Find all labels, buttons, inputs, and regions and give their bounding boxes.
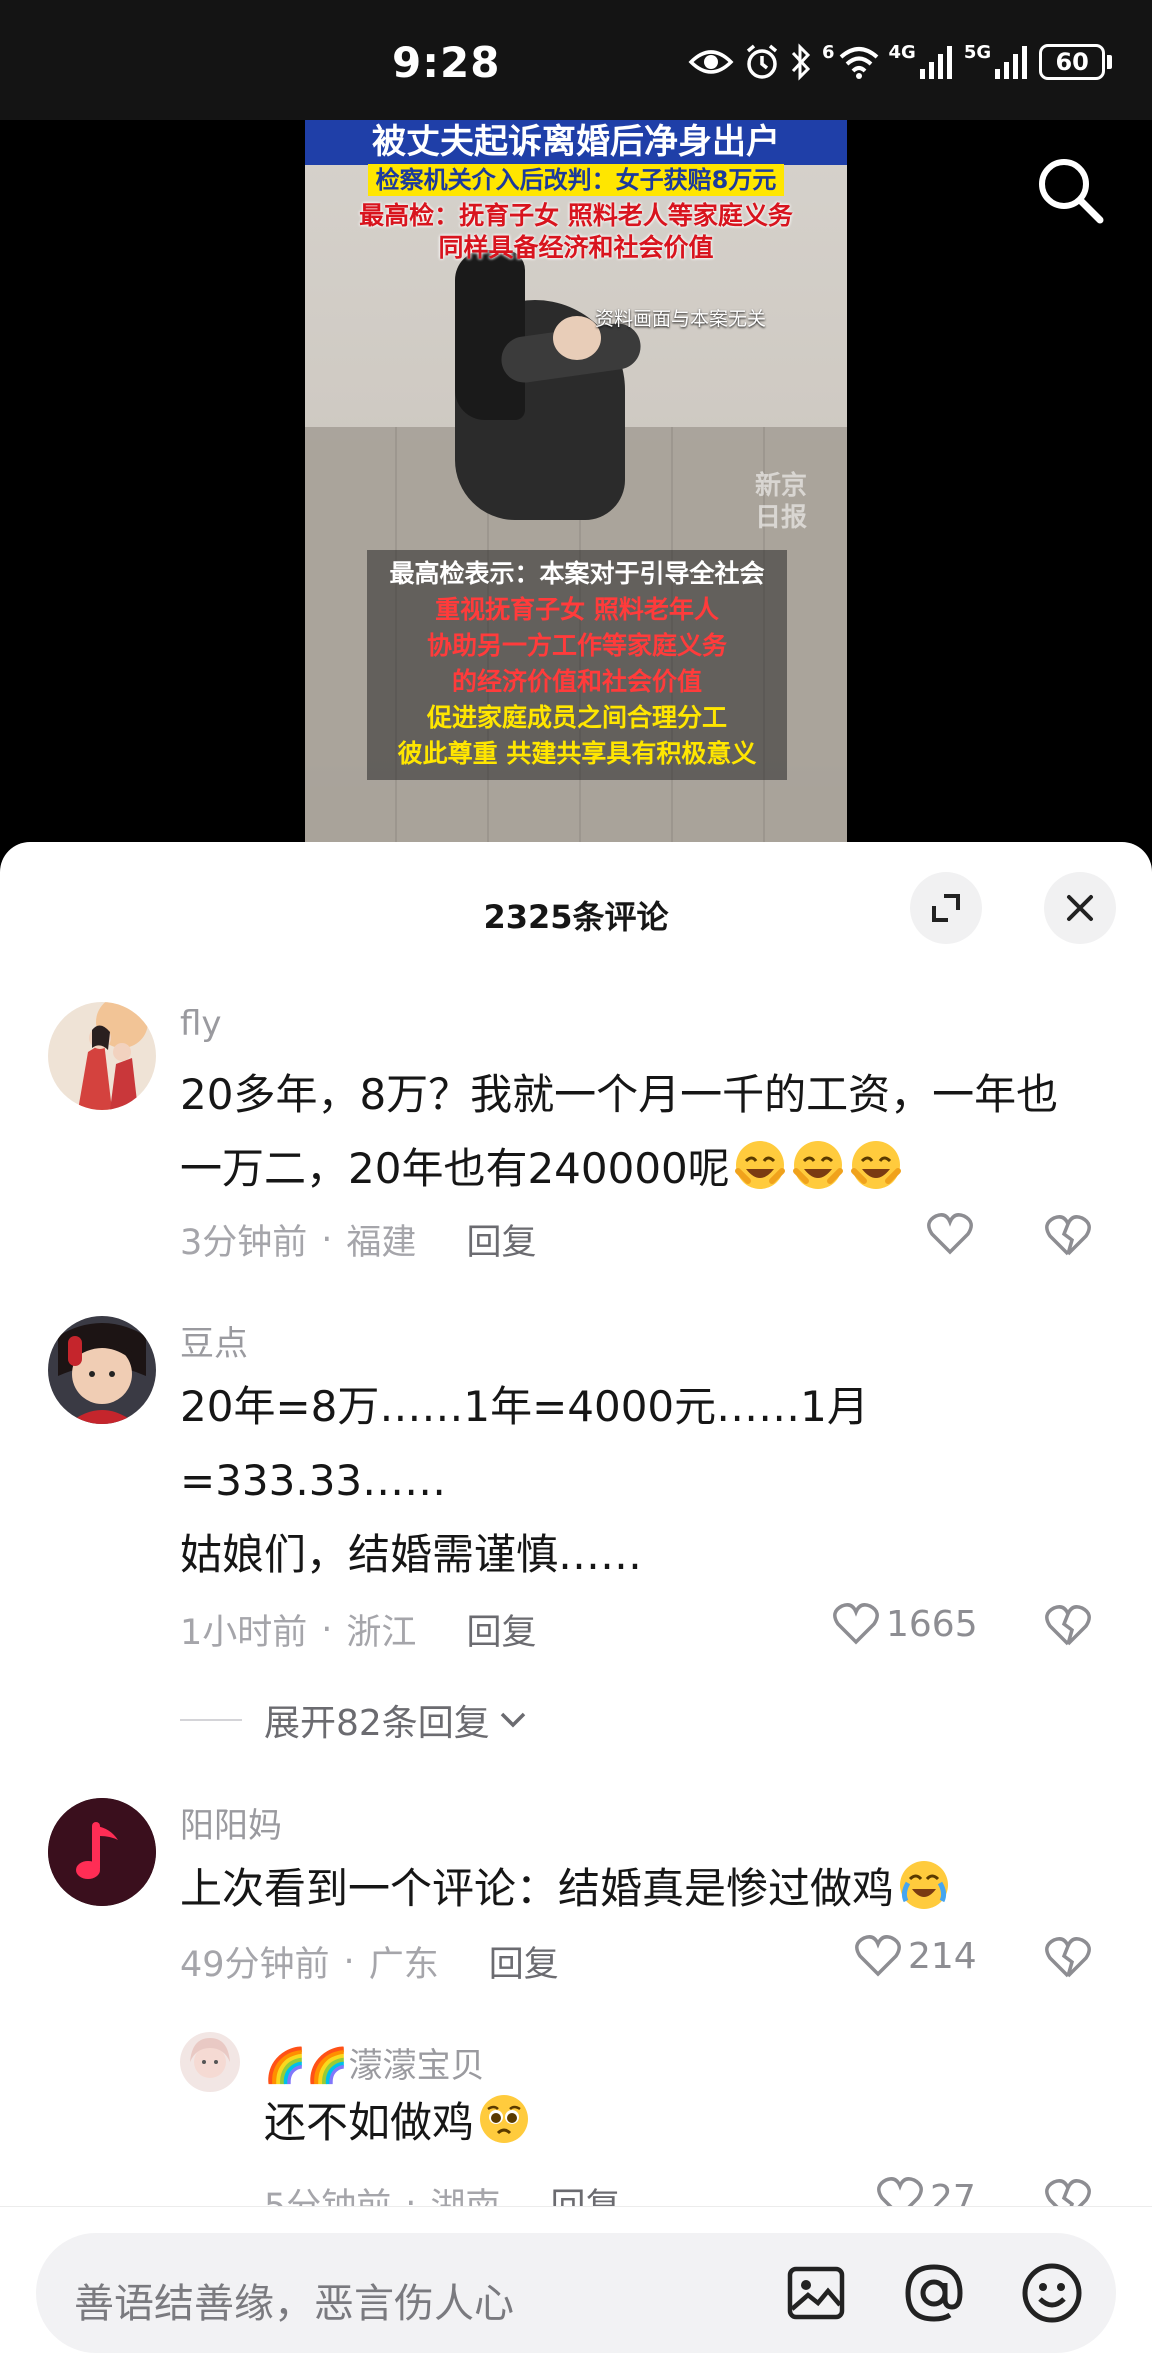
heart-icon bbox=[833, 1603, 879, 1645]
eye-icon bbox=[688, 50, 734, 74]
comment-location: 广东 bbox=[368, 1945, 439, 1985]
close-button[interactable] bbox=[1044, 872, 1116, 944]
reply-text: 还不如做鸡 bbox=[264, 2086, 1152, 2160]
signal-icon bbox=[995, 46, 1028, 79]
alarm-icon bbox=[746, 44, 778, 79]
crying-laughing-emoji bbox=[900, 1861, 949, 1909]
avatar[interactable] bbox=[48, 1002, 156, 1110]
reply-username[interactable]: 🌈🌈濛濛宝贝 bbox=[264, 2038, 485, 2087]
image-icon[interactable] bbox=[784, 2261, 848, 2325]
heart-icon bbox=[855, 1935, 901, 1977]
signal-icon bbox=[919, 46, 952, 79]
expand-replies-button[interactable]: 展开82条回复 bbox=[180, 1694, 530, 1746]
emoji-icon[interactable] bbox=[1020, 2261, 1084, 2325]
network-5g-label: 5G bbox=[963, 42, 992, 63]
comment-text: 20多年，8万？我就一个月一千的工资，一年也一万二，20年也有240000呢 bbox=[180, 1070, 1059, 1193]
phone-screen: 9:28 6 4G 5G 60 被丈夫起诉离婚后净身出户 检察机关介入后改判：女… bbox=[0, 0, 1152, 2376]
video-headline-2: 检察机关介入后改判：女子获赔8万元 bbox=[305, 160, 847, 196]
network-6-label: 6 bbox=[822, 42, 835, 63]
video-caption-block: 最高检表示：本案对于引导全社会 重视抚育子女 照料老年人 协助另一方工作等家庭义… bbox=[367, 550, 787, 780]
comment-meta: 1小时前 · 浙江 回复 bbox=[180, 1604, 536, 1655]
comment-username[interactable]: 阳阳妈 bbox=[180, 1798, 282, 1847]
comment-time: 49分钟前 bbox=[180, 1945, 330, 1985]
network-4g-label: 4G bbox=[888, 42, 916, 63]
expand-button[interactable] bbox=[910, 872, 982, 944]
bluetooth-icon bbox=[791, 43, 811, 81]
comment-meta: 49分钟前 · 广东 回复 bbox=[180, 1936, 559, 1987]
like-count: 214 bbox=[908, 1935, 977, 1977]
status-bar: 9:28 6 4G 5G 60 bbox=[0, 0, 1152, 120]
comment-text: 20年=8万……1年=4000元……1月 =333.33…… 姑娘们，结婚需谨慎… bbox=[180, 1382, 869, 1579]
comment-input[interactable]: 善语结善缘，恶言伤人心 bbox=[36, 2233, 1116, 2353]
video-headline-3: 最高检：抚育子女 照料老人等家庭义务 同样具备经济和社会价值 bbox=[359, 201, 793, 262]
broken-heart-icon[interactable] bbox=[1044, 1604, 1092, 1648]
comment-username[interactable]: 豆点 bbox=[180, 1316, 248, 1365]
comment-time: 1小时前 bbox=[180, 1613, 308, 1653]
pleading-face-emoji bbox=[480, 2095, 529, 2143]
search-icon[interactable] bbox=[1030, 150, 1110, 230]
laughing-clapping-emoji bbox=[734, 1141, 785, 1189]
reply-button[interactable]: 回复 bbox=[466, 1214, 536, 1265]
battery-icon: 60 bbox=[1039, 44, 1113, 80]
broken-heart-icon[interactable] bbox=[1044, 1936, 1092, 1980]
comment-location: 福建 bbox=[346, 1223, 417, 1263]
like-button[interactable] bbox=[926, 1212, 974, 1256]
status-icons: 6 4G 5G 60 bbox=[688, 40, 1113, 84]
status-time: 9:28 bbox=[392, 38, 501, 87]
like-button[interactable]: 1665 bbox=[832, 1602, 978, 1646]
wifi-icon bbox=[839, 47, 878, 79]
comment-input-placeholder: 善语结善缘，恶言伤人心 bbox=[74, 2281, 514, 2327]
video-frame[interactable]: 被丈夫起诉离婚后净身出户 检察机关介入后改判：女子获赔8万元 最高检：抚育子女 … bbox=[305, 120, 847, 850]
close-icon bbox=[1067, 895, 1093, 921]
like-button[interactable]: 214 bbox=[854, 1934, 977, 1978]
reply-button[interactable]: 回复 bbox=[466, 1604, 536, 1655]
avatar[interactable] bbox=[48, 1798, 156, 1906]
comment-time: 3分钟前 bbox=[180, 1223, 308, 1263]
video-headline-1: 被丈夫起诉离婚后净身出户 bbox=[305, 120, 847, 165]
comment-input-bar: 善语结善缘，恶言伤人心 bbox=[0, 2206, 1152, 2376]
comments-sheet: 2325条评论 fly 20多年，8万？我就一个月一千的工资，一年也一万二，20… bbox=[0, 842, 1152, 2376]
heart-icon bbox=[927, 1213, 973, 1255]
broken-heart-icon[interactable] bbox=[1044, 1214, 1092, 1258]
battery-level: 60 bbox=[1039, 44, 1106, 80]
avatar[interactable] bbox=[180, 2032, 240, 2092]
comment-location: 浙江 bbox=[346, 1613, 417, 1653]
like-count: 1665 bbox=[886, 1603, 978, 1645]
reply-button[interactable]: 回复 bbox=[489, 1936, 559, 1987]
chevron-down-icon bbox=[500, 1712, 526, 1728]
comment-username[interactable]: fly bbox=[180, 1004, 222, 1044]
video-player[interactable]: 被丈夫起诉离婚后净身出户 检察机关介入后改判：女子获赔8万元 最高检：抚育子女 … bbox=[0, 120, 1152, 850]
laughing-clapping-emoji bbox=[850, 1141, 901, 1189]
video-watermark: 新京日报 bbox=[755, 471, 808, 533]
at-icon[interactable] bbox=[902, 2261, 966, 2325]
laughing-clapping-emoji bbox=[792, 1141, 843, 1189]
comment-meta: 3分钟前 · 福建 回复 bbox=[180, 1214, 536, 1265]
comment-text: 上次看到一个评论：结婚真是惨过做鸡 bbox=[180, 1852, 1080, 1926]
video-disclaimer: 资料画面与本案无关 bbox=[595, 308, 767, 330]
expand-icon bbox=[932, 894, 960, 922]
avatar[interactable] bbox=[48, 1316, 156, 1424]
